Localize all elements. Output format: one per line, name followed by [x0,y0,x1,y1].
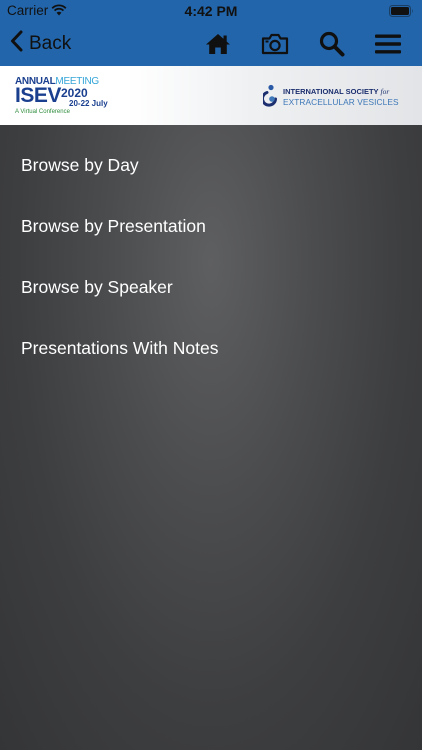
app-screen: Carrier 4:42 PM Back ANNUALMEETING ISEV … [0,0,422,750]
logo-dates: 20-22 July [69,99,108,108]
battery-icon [389,5,414,20]
camera-icon[interactable] [260,30,290,58]
header: Carrier 4:42 PM Back [0,0,422,66]
menu-item-browse-by-day[interactable]: Browse by Day [0,135,422,196]
nav-bar: Back [0,22,422,66]
menu-item-presentations-with-notes[interactable]: Presentations With Notes [0,318,422,379]
search-icon[interactable] [317,30,347,58]
logo-acronym: ISEV [15,84,61,107]
back-button[interactable]: Back [10,30,71,58]
isev-2020-logo: ANNUALMEETING ISEV 2020 20-22 July A Vir… [15,76,115,118]
menu-panel: Browse by Day Browse by Presentation Bro… [0,125,422,750]
menu-icon[interactable] [373,30,403,58]
menu-item-browse-by-speaker[interactable]: Browse by Speaker [0,257,422,318]
back-button-label: Back [29,33,72,54]
conference-banner: ANNUALMEETING ISEV 2020 20-22 July A Vir… [0,66,422,125]
logo-subtitle: A Virtual Conference [15,109,70,115]
chevron-left-icon [10,30,29,58]
society-name-line2: EXTRACELLULAR VESICLES [283,97,399,107]
society-name-line1: INTERNATIONAL SOCIETY for [283,87,390,96]
status-bar: Carrier 4:42 PM [0,0,422,22]
status-time: 4:42 PM [184,3,238,19]
society-logo: INTERNATIONAL SOCIETY for EXTRACELLULAR … [261,84,413,110]
logo-year: 2020 [61,86,88,100]
menu-item-browse-by-presentation[interactable]: Browse by Presentation [0,196,422,257]
home-icon[interactable] [203,30,233,58]
society-emblem-icon [261,84,279,115]
browse-menu: Browse by Day Browse by Presentation Bro… [0,135,422,379]
